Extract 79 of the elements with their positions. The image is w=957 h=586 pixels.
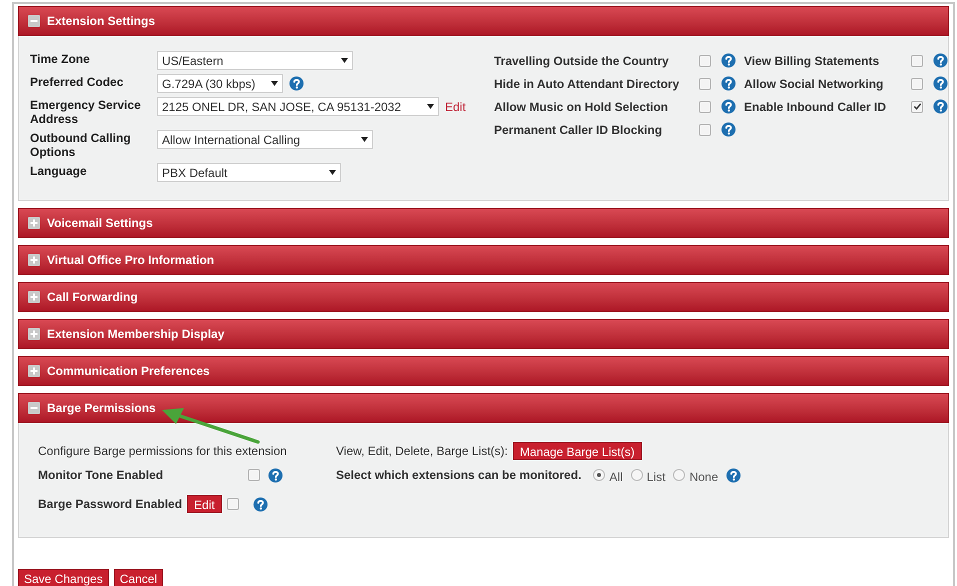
option-label: Travelling Outside the Country [494,52,670,70]
section-title: Communication Preferences [47,363,210,380]
section-title: Extension Settings [47,13,156,30]
field-label: Emergency Service Address [30,97,142,126]
checkbox[interactable] [248,469,260,481]
section-header[interactable]: Voicemail Settings [18,208,949,238]
field-label: Language [30,163,88,178]
checkbox[interactable] [699,54,711,66]
help-icon[interactable] [268,468,283,482]
help-icon[interactable] [933,53,948,68]
section-header[interactable]: Virtual Office Pro Information [18,245,949,275]
caret-icon [329,170,336,175]
description-text: Configure Barge permissions for this extension [38,443,288,460]
section-header[interactable]: Call Forwarding [18,282,949,312]
section-title: Voicemail Settings [47,215,153,232]
section-title: Extension Membership Display [47,326,224,343]
checkbox[interactable] [699,124,711,136]
help-icon[interactable] [933,76,948,91]
radio-button[interactable] [593,469,606,481]
section-title: Call Forwarding [47,289,138,306]
collapse-icon[interactable] [28,15,40,27]
radio-label: None [689,468,718,486]
collapse-icon[interactable] [28,402,40,414]
help-icon[interactable] [289,76,304,91]
checkbox[interactable] [699,78,711,90]
list-label: View, Edit, Delete, Barge List(s): [336,443,508,460]
section-title: Barge Permissions [47,400,156,417]
checkbox[interactable] [911,54,923,66]
help-icon[interactable] [721,122,736,137]
radio-button[interactable] [630,469,643,481]
expand-icon[interactable] [28,291,40,303]
radio-button[interactable] [673,469,686,481]
option-label: Permanent Caller ID Blocking [494,122,664,138]
dropdown[interactable]: US/Eastern [157,51,353,70]
section-title: Virtual Office Pro Information [47,252,214,269]
option-label: Allow Music on Hold Selection [494,98,670,116]
manage-lists-button[interactable]: Manage Barge List(s) [512,442,642,460]
radio-label: List [646,468,666,486]
help-icon[interactable] [721,53,736,68]
field-label: Preferred Codec [30,74,124,89]
help-icon[interactable] [721,99,736,114]
dropdown[interactable]: 2125 ONEL DR, SAN JOSE, CA 95131-2032 [157,97,439,116]
help-icon[interactable] [721,76,736,91]
field-label: Outbound Calling Options [30,130,132,159]
edit-button[interactable]: Edit [187,495,222,513]
caret-icon [271,81,278,86]
expand-icon[interactable] [28,217,40,229]
help-icon[interactable] [252,496,268,512]
option-label: Hide in Auto Attendant Directory [494,76,680,92]
option-label: Allow Social Networking [744,76,884,92]
dropdown[interactable]: Allow International Calling [157,130,373,149]
save-button[interactable]: Save Changes [18,569,109,586]
expand-icon[interactable] [28,328,40,340]
option-label: Barge Password Enabled [38,496,182,513]
field-label: Time Zone [30,51,91,66]
checkbox[interactable] [226,498,239,510]
dropdown[interactable]: PBX Default [157,163,341,182]
caret-icon [341,58,348,63]
caret-icon [361,137,368,142]
section-header[interactable]: Barge Permissions [18,393,949,423]
expand-icon[interactable] [28,254,40,266]
help-icon[interactable] [933,99,948,114]
section-header[interactable]: Extension Membership Display [18,319,949,349]
edit-link[interactable]: Edit [445,98,466,116]
section-header[interactable]: Extension Settings [18,6,949,36]
option-label: Monitor Tone Enabled [38,467,164,484]
dropdown[interactable]: G.729A (30 kbps) [157,74,283,93]
cancel-button[interactable]: Cancel [114,569,164,586]
checkbox[interactable] [699,100,711,112]
checkbox[interactable] [911,100,923,112]
help-icon[interactable] [726,468,742,482]
expand-icon[interactable] [28,365,40,377]
option-label: View Billing Statements [744,52,880,70]
option-label: Select which extensions can be monitored. [336,467,582,484]
caret-icon [427,104,434,109]
option-label: Enable Inbound Caller ID [744,98,888,116]
radio-label: All [609,468,623,486]
section-header[interactable]: Communication Preferences [18,356,949,386]
checkbox[interactable] [911,78,923,90]
